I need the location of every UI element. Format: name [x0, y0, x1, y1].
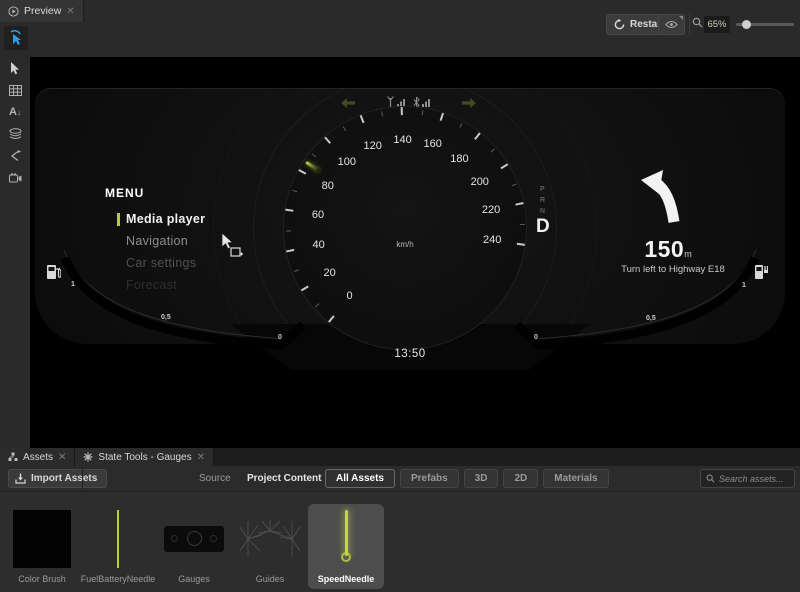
tab-preview[interactable]: Preview ✕ [0, 0, 84, 22]
cluster-clock: 13:50 [355, 348, 465, 360]
search-icon [706, 474, 715, 483]
cursor-click-icon [8, 30, 24, 46]
import-assets-button[interactable]: Import Assets [8, 469, 107, 488]
gauges-thumbnail [164, 526, 224, 552]
share-connections-icon [9, 150, 21, 162]
fuel-pump-icon [46, 263, 61, 280]
tab-preview-label: Preview [24, 5, 61, 17]
import-download-icon [15, 473, 26, 484]
zoom-level-value[interactable]: 65% [704, 16, 730, 33]
application-window: Preview ✕ Restart [0, 0, 800, 592]
visibility-button[interactable] [658, 14, 685, 35]
asset-search-box[interactable] [700, 469, 795, 488]
toolbar-divider [82, 466, 83, 492]
guides-thumbnail [238, 519, 302, 559]
tab-assets[interactable]: Assets ✕ [0, 448, 75, 466]
zoom-slider-handle[interactable] [742, 20, 751, 29]
play-circle-icon [8, 6, 19, 17]
speed-needle-thumbnail [336, 510, 356, 568]
layers-icon [9, 128, 22, 140]
asset-tile-color-brush[interactable]: Color Brush [4, 504, 80, 589]
video-camera-icon [9, 173, 22, 183]
preview-canvas: MENU Media playerNavigationCar settingsF… [30, 57, 800, 448]
filter-3d[interactable]: 3D [464, 469, 499, 488]
asset-tile-fuelbatteryneedle[interactable]: FuelBatteryNeedle [80, 504, 156, 589]
source-label: Source [199, 473, 231, 484]
text-tool-button[interactable]: A↓ [0, 101, 30, 123]
filter-2d[interactable]: 2D [503, 469, 538, 488]
tab-assets-close-icon[interactable]: ✕ [58, 452, 66, 463]
asset-tile-gauges[interactable]: Gauges [156, 504, 232, 589]
assets-panel: Assets ✕ State Tools - Gauges ✕ [0, 448, 800, 592]
restart-icon [614, 19, 625, 30]
panel-tab-bar: Assets ✕ State Tools - Gauges ✕ [0, 448, 800, 466]
asset-label: FuelBatteryNeedle [81, 574, 156, 584]
fuel-battery-needle-thumbnail [117, 510, 119, 568]
filter-materials[interactable]: Materials [543, 469, 608, 488]
zoom-magnifier-icon [692, 17, 703, 28]
timeline-camera-button[interactable] [0, 167, 30, 189]
text-sort-icon: A↓ [9, 107, 21, 118]
layers-button[interactable] [0, 123, 30, 145]
eye-icon [665, 20, 678, 29]
asset-tile-speedneedle[interactable]: SpeedNeedle [308, 504, 384, 589]
tab-state-tools-gauges[interactable]: State Tools - Gauges ✕ [75, 448, 214, 466]
toolbar-divider [689, 14, 690, 35]
source-dropdown-value: Project Content [247, 473, 321, 484]
state-tools-icon [83, 452, 93, 462]
zoom-slider[interactable] [736, 23, 794, 26]
asset-tile-guides[interactable]: Guides [232, 504, 308, 589]
instrument-cluster: MENU Media playerNavigationCar settingsF… [35, 88, 785, 372]
asset-label: Color Brush [18, 574, 66, 584]
asset-grid: Color Brush FuelBatteryNeedle Gauges [4, 504, 384, 589]
fuel-scale-label: 0,5 [161, 314, 171, 321]
select-tool-button[interactable] [0, 57, 30, 79]
dropdown-corner-indicator [679, 16, 683, 20]
top-toolbar: Preview ✕ Restart [0, 0, 800, 57]
import-assets-label: Import Assets [31, 473, 97, 484]
asset-label: Gauges [178, 574, 210, 584]
fuel-scale-label: 1 [742, 282, 746, 289]
left-tool-strip: A↓ [0, 57, 30, 448]
tab-state-tools-label: State Tools - Gauges [98, 452, 191, 463]
live-select-tool-button[interactable] [4, 26, 28, 50]
cursor-arrow-icon [10, 62, 21, 75]
fuel-scale-label: 0 [278, 334, 282, 341]
grid-view-button[interactable] [0, 79, 30, 101]
fuel-scale-label: 1 [71, 281, 75, 288]
asset-label: Guides [256, 574, 285, 584]
assets-icon [8, 452, 18, 462]
filter-all-assets[interactable]: All Assets [325, 469, 395, 488]
asset-filter-group: All Assets Prefabs 3D2D Materials [325, 469, 609, 488]
tab-state-tools-close-icon[interactable]: ✕ [197, 452, 205, 463]
grid-icon [9, 85, 22, 96]
assets-toolbar: Import Assets Source Project Content ▼ A… [0, 466, 800, 492]
color-brush-thumbnail [13, 510, 71, 568]
asset-label: SpeedNeedle [318, 574, 375, 584]
connections-button[interactable] [0, 145, 30, 167]
tab-close-icon[interactable]: ✕ [66, 6, 74, 17]
battery-charge-icon [754, 263, 768, 280]
fuel-gauge-arcs [35, 88, 785, 372]
fuel-scale-label: 0,5 [646, 315, 656, 322]
fuel-scale-label: 0 [534, 334, 538, 341]
search-input[interactable] [719, 474, 789, 484]
filter-prefabs[interactable]: Prefabs [400, 469, 459, 488]
tab-assets-label: Assets [23, 452, 53, 463]
